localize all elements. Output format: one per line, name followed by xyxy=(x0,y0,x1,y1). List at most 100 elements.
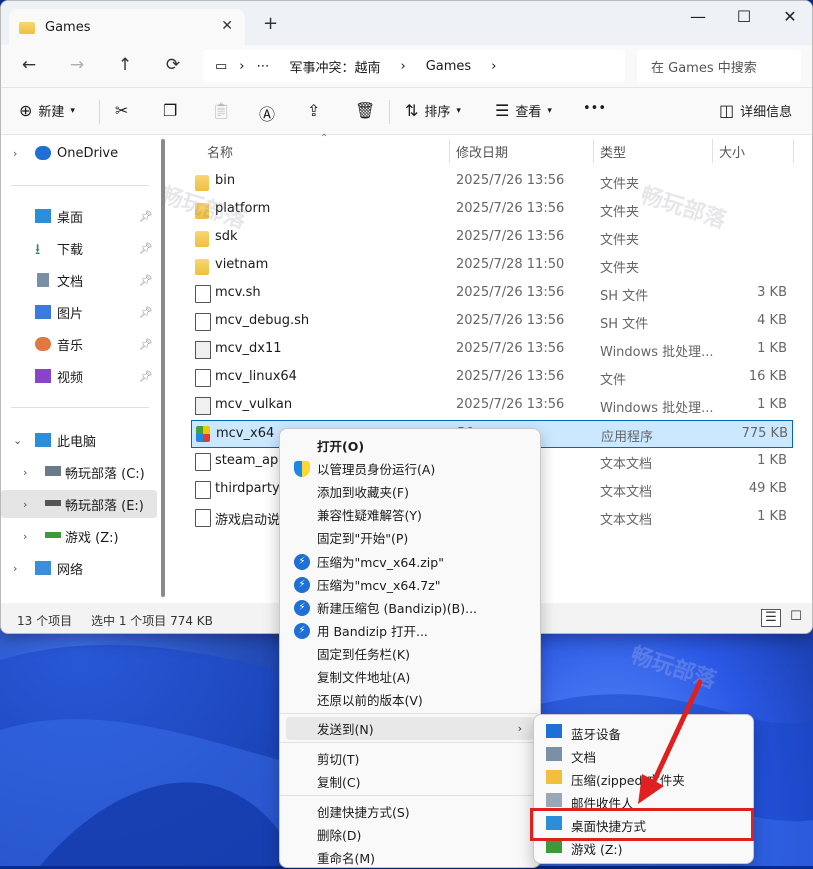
close-button[interactable]: ✕ xyxy=(778,7,802,26)
context-menu-item[interactable]: 以管理员身份运行(A) xyxy=(286,457,534,480)
view-icon: ☰ xyxy=(495,101,510,120)
column-divider[interactable] xyxy=(712,139,713,163)
column-header-size[interactable]: 大小 xyxy=(719,137,745,165)
menu-item-label: 打开(O) xyxy=(317,439,365,454)
column-header-date[interactable]: 修改日期 xyxy=(456,137,508,165)
up-button[interactable]: ↑ xyxy=(115,55,135,75)
chevron-right-icon[interactable]: › xyxy=(13,562,17,575)
file-date: 2025/7/26 13:56 xyxy=(456,369,565,384)
bandizip-icon: ⚡ xyxy=(294,553,310,570)
menu-item-label: 发送到(N) xyxy=(317,722,374,737)
file-name: mcv_linux64 xyxy=(215,369,297,384)
context-menu-item[interactable]: 固定到任务栏(K) xyxy=(286,642,534,665)
breadcrumb-separator[interactable]: › xyxy=(401,59,406,74)
sidebar-item-label: 此电脑 xyxy=(57,434,97,450)
context-menu-item[interactable]: ⚡ 压缩为"mcv_x64.7z" xyxy=(286,573,534,596)
menu-item-label: 固定到"开始"(P) xyxy=(317,531,409,546)
file-row[interactable]: mcv_debug.sh 2025/7/26 13:56 SH 文件 4 KB xyxy=(191,308,791,334)
file-row[interactable]: mcv_dx11 2025/7/26 13:56 Windows 批处理... 1 K… xyxy=(191,336,791,362)
menu-item-label: 剪切(T) xyxy=(317,752,360,767)
context-menu-item[interactable]: 打开(O) xyxy=(286,434,534,457)
column-header-type[interactable]: 类型 xyxy=(600,137,626,165)
copy-button[interactable]: ❐ xyxy=(163,101,183,120)
search-input[interactable]: 在 Games 中搜索 xyxy=(637,50,801,82)
column-divider[interactable] xyxy=(593,139,594,163)
tab-games[interactable]: Games ✕ xyxy=(9,9,245,45)
context-menu-item[interactable]: 创建快捷方式(S) xyxy=(286,800,534,823)
breadcrumb-separator[interactable]: › xyxy=(491,59,496,74)
sidebar-item-onedrive[interactable]: › OneDrive xyxy=(1,139,157,167)
title-bar: Games ✕ + — ☐ ✕ xyxy=(1,1,812,45)
sidebar-item-desktop[interactable]: 桌面 📌︎ xyxy=(1,202,157,230)
context-menu-item[interactable]: 固定到"开始"(P) xyxy=(286,526,534,549)
context-menu-item[interactable]: 复制(C) xyxy=(286,770,534,793)
details-view-button[interactable]: ☰ xyxy=(761,609,781,627)
maximize-button[interactable]: ☐ xyxy=(732,7,756,26)
breadcrumb-segment[interactable]: Games xyxy=(426,59,471,74)
chevron-right-icon[interactable]: › xyxy=(23,466,27,479)
context-menu-item[interactable]: 剪切(T) xyxy=(286,747,534,770)
sidebar-item-this-pc[interactable]: ⌄ 此电脑 xyxy=(1,426,157,454)
details-pane-button[interactable]: ◫ 详细信息 xyxy=(719,101,792,120)
file-row[interactable]: mcv_vulkan 2025/7/26 13:56 Windows 批处理... 1… xyxy=(191,392,791,418)
chevron-right-icon[interactable]: › xyxy=(23,530,27,543)
tiles-view-button[interactable]: ☐ xyxy=(787,609,805,625)
rename-button[interactable]: Ⓐ xyxy=(259,101,281,125)
context-menu-item[interactable]: 还原以前的版本(V) xyxy=(286,688,534,711)
sidebar-item-videos[interactable]: 视频 📌︎ xyxy=(1,362,157,390)
chevron-right-icon[interactable]: › xyxy=(13,147,17,160)
sort-button[interactable]: ⇅ 排序 ▾ xyxy=(405,101,461,120)
forward-button[interactable]: → xyxy=(67,55,87,75)
context-menu-item[interactable]: 删除(D) xyxy=(286,823,534,846)
file-date: 2025/7/26 13:56 xyxy=(456,201,565,216)
drive-icon xyxy=(546,839,562,853)
sidebar-item-drive-e[interactable]: › 畅玩部落 (E:) xyxy=(1,490,157,518)
chevron-right-icon[interactable]: › xyxy=(23,498,27,511)
context-menu-item[interactable]: 发送到(N) › xyxy=(286,717,534,740)
context-menu-item[interactable]: ⚡ 用 Bandizip 打开... xyxy=(286,619,534,642)
new-tab-button[interactable]: + xyxy=(263,13,278,34)
file-row[interactable]: vietnam 2025/7/28 11:50 文件夹 xyxy=(191,252,791,278)
delete-button[interactable]: 🗑︎ xyxy=(355,101,381,120)
file-row[interactable]: mcv_linux64 2025/7/26 13:56 文件 16 KB xyxy=(191,364,791,390)
file-row[interactable]: bin 2025/7/26 13:56 文件夹 xyxy=(191,168,791,194)
file-icon xyxy=(195,313,211,331)
context-menu-item[interactable]: ⚡ 新建压缩包 (Bandizip)(B)... xyxy=(286,596,534,619)
context-menu-item[interactable]: 复制文件地址(A) xyxy=(286,665,534,688)
new-button[interactable]: ⊕ 新建 ▾ xyxy=(19,101,75,120)
sidebar-item-downloads[interactable]: ⭳ 下载 📌︎ xyxy=(1,234,157,262)
sidebar-item-pictures[interactable]: 图片 📌︎ xyxy=(1,298,157,326)
chevron-down-icon[interactable]: ⌄ xyxy=(13,434,22,447)
context-menu-item[interactable]: ⚡ 压缩为"mcv_x64.zip" xyxy=(286,550,534,573)
view-button[interactable]: ☰ 查看 ▾ xyxy=(495,101,552,120)
breadcrumb-separator[interactable]: › xyxy=(239,59,244,74)
tab-close-icon[interactable]: ✕ xyxy=(221,18,233,34)
sidebar-item-drive-z[interactable]: › 游戏 (Z:) xyxy=(1,522,157,550)
address-bar[interactable]: ▭ › ⋯ 军事冲突：越南 › Games › xyxy=(203,50,625,82)
menu-item-label: 新建压缩包 (Bandizip)(B)... xyxy=(317,601,478,616)
refresh-button[interactable]: ⟳ xyxy=(163,55,183,75)
chevron-down-icon: ▾ xyxy=(456,105,461,116)
back-button[interactable]: ← xyxy=(19,55,39,75)
column-header-name[interactable]: 名称 xyxy=(207,137,233,165)
share-button[interactable]: ⇪ xyxy=(307,101,326,120)
breadcrumb-ellipsis[interactable]: ⋯ xyxy=(257,59,270,74)
file-row[interactable]: mcv.sh 2025/7/26 13:56 SH 文件 3 KB xyxy=(191,280,791,306)
minimize-button[interactable]: — xyxy=(686,7,710,26)
column-divider[interactable] xyxy=(449,139,450,163)
context-menu-item[interactable]: 兼容性疑难解答(Y) xyxy=(286,503,534,526)
breadcrumb-segment[interactable]: 军事冲突：越南 xyxy=(290,57,381,76)
more-options-button[interactable]: ••• xyxy=(583,101,606,116)
cloud-icon xyxy=(35,146,51,160)
sidebar-item-drive-c[interactable]: › 畅玩部落 (C:) xyxy=(1,458,157,486)
column-divider[interactable] xyxy=(793,139,794,163)
sidebar-item-music[interactable]: 音乐 📌︎ xyxy=(1,330,157,358)
sidebar-item-documents[interactable]: 文档 📌︎ xyxy=(1,266,157,294)
sidebar-item-network[interactable]: › 网络 xyxy=(1,554,157,582)
paste-button[interactable]: 📋︎ xyxy=(211,101,237,120)
file-name: mcv_debug.sh xyxy=(215,313,310,328)
context-menu-item[interactable]: 添加到收藏夹(F) xyxy=(286,480,534,503)
file-size: 4 KB xyxy=(757,313,787,328)
application-icon xyxy=(196,426,210,442)
cut-button[interactable]: ✂ xyxy=(115,101,134,120)
